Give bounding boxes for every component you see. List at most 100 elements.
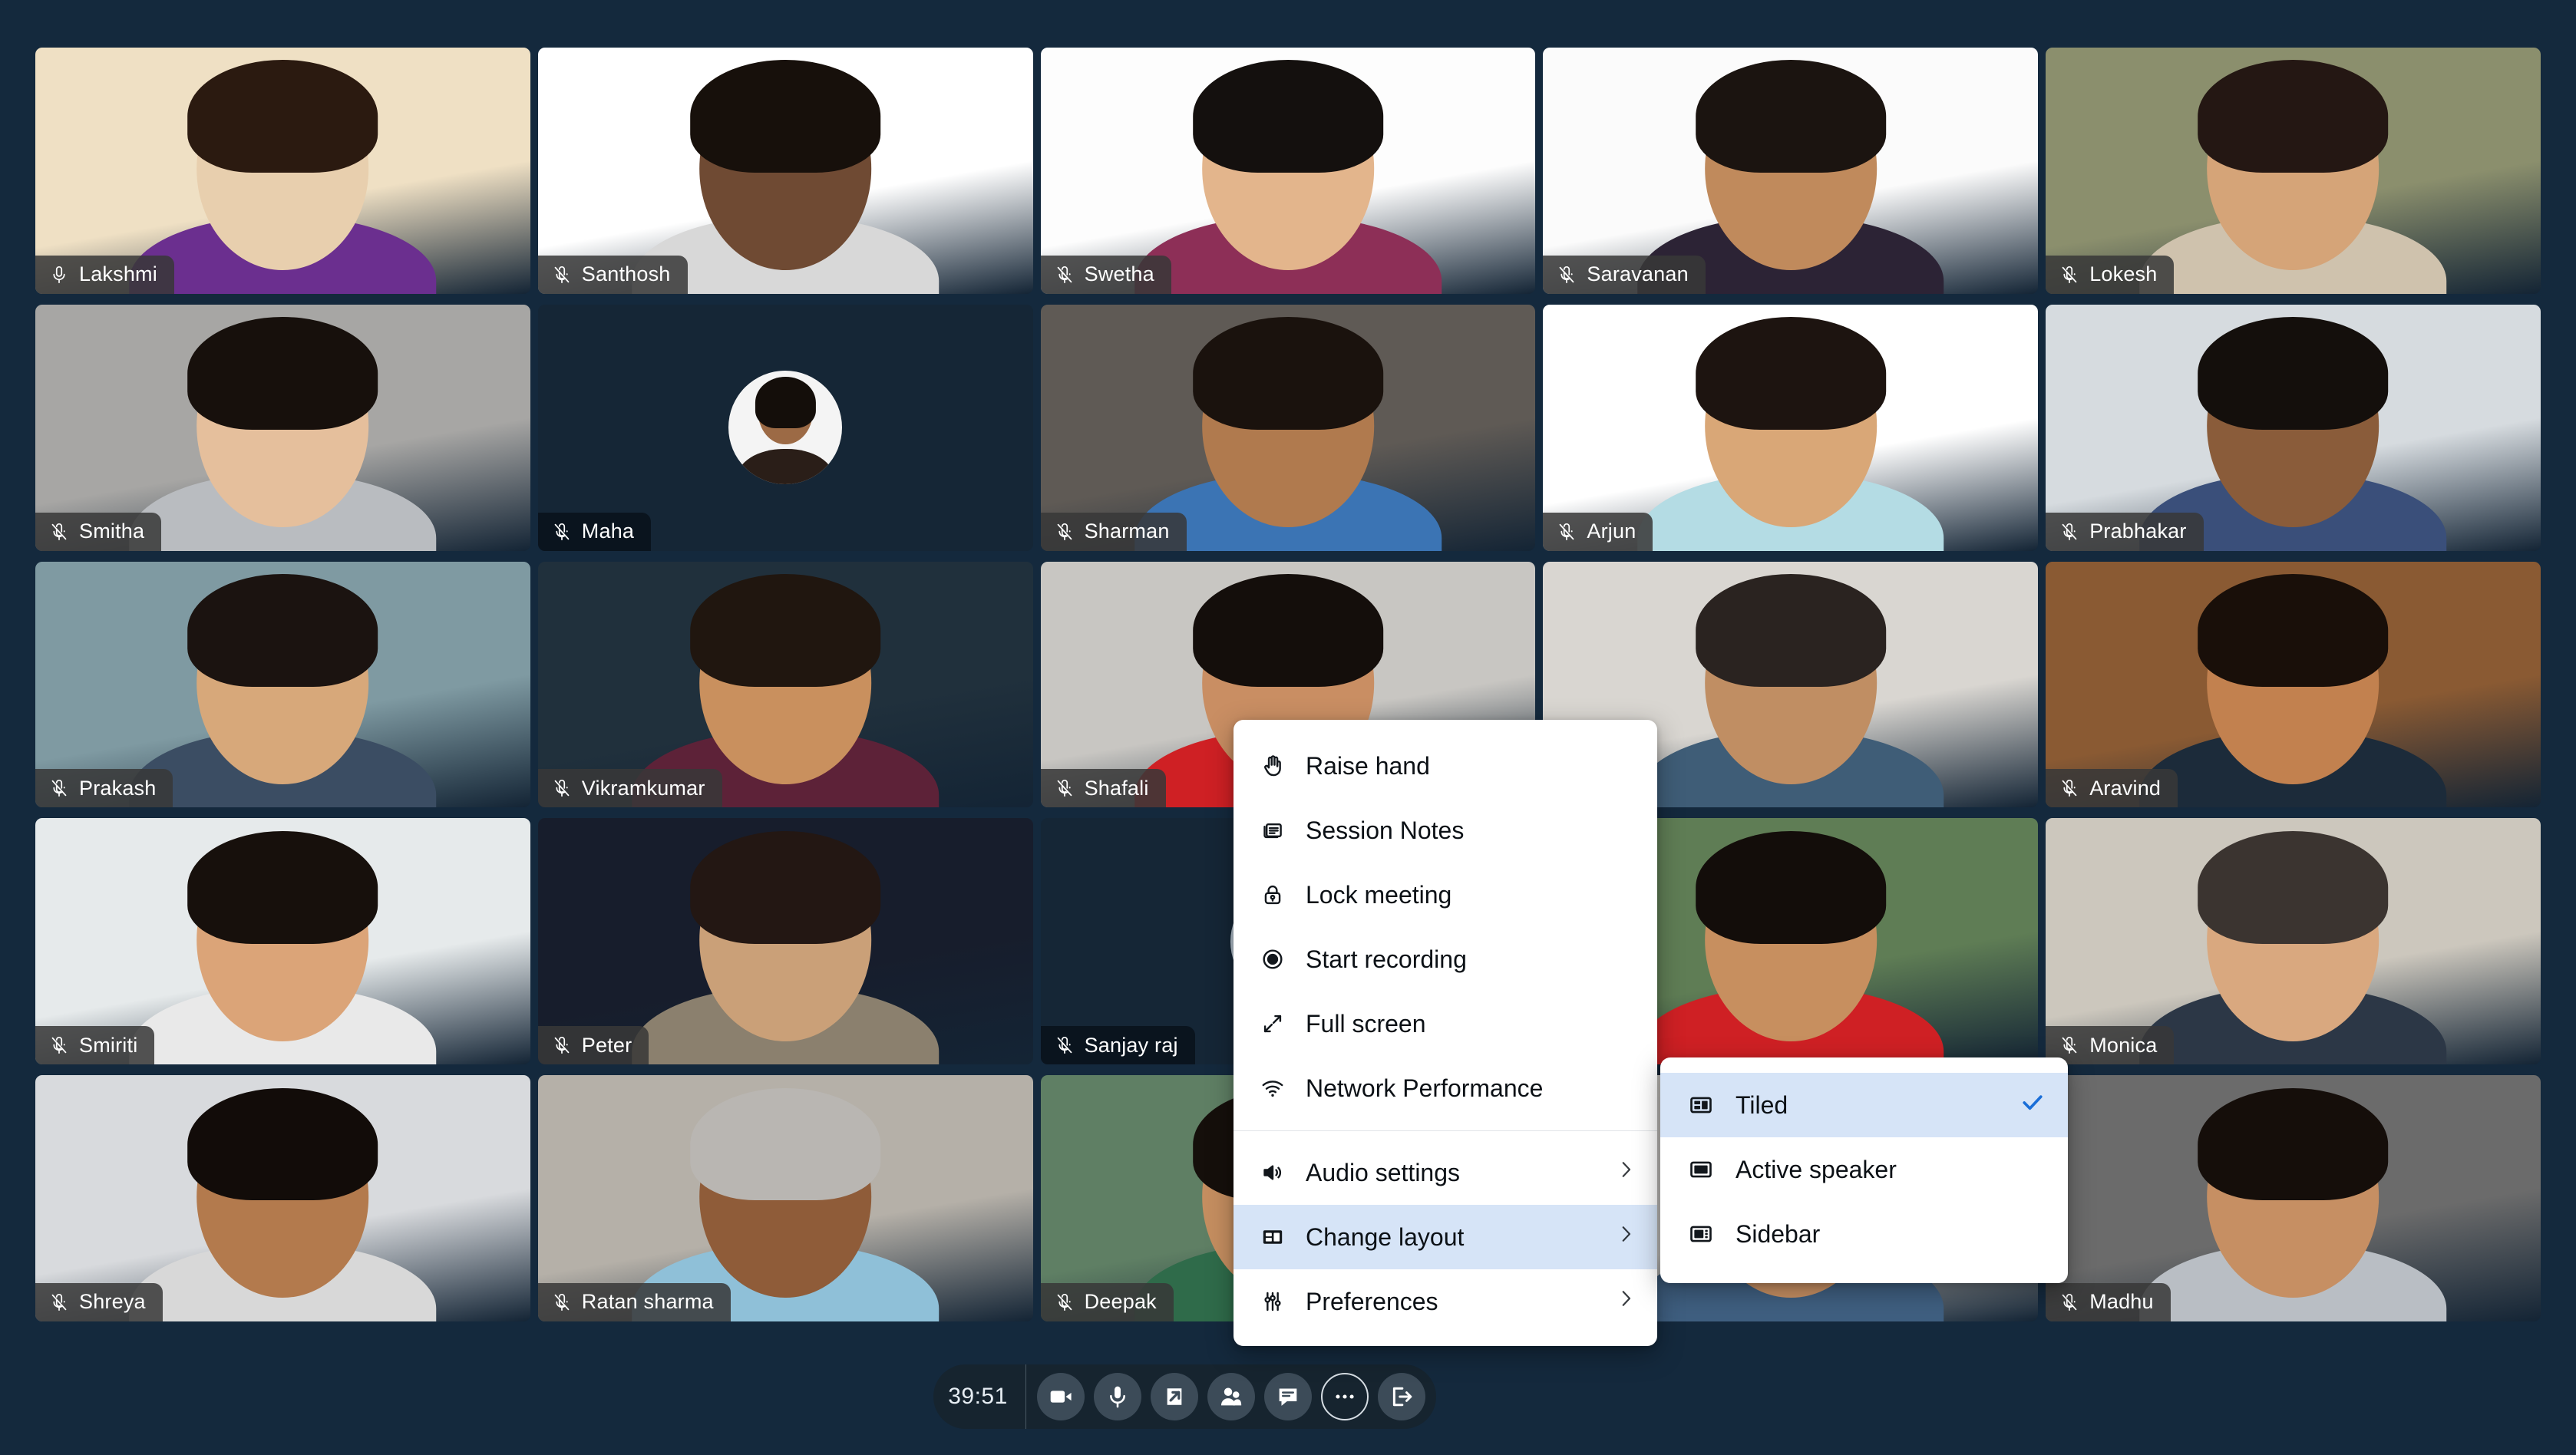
lock-icon — [1260, 882, 1293, 908]
participant-name: Lakshmi — [79, 262, 157, 286]
participant-tile[interactable]: Aravind — [2046, 561, 2541, 808]
participant-tile[interactable]: Sharman — [1040, 304, 1536, 551]
menu-item-network-performance[interactable]: Network Performance — [1234, 1056, 1657, 1120]
participant-tile[interactable]: Monica — [2046, 818, 2541, 1065]
participant-tile[interactable]: Smitha — [35, 304, 530, 551]
participant-name: Maha — [581, 520, 635, 543]
mic-off-icon — [2059, 1034, 2079, 1057]
participant-tile[interactable]: Prabhakar — [2046, 304, 2541, 551]
toolbar-divider — [1025, 1364, 1026, 1429]
participant-tile[interactable]: Prakash — [35, 561, 530, 808]
avatar — [728, 371, 843, 485]
participant-tile[interactable]: Saravanan — [1543, 48, 2039, 294]
participant-name: Sharman — [1084, 520, 1170, 543]
meeting-toolbar: 39:51 — [933, 1364, 1436, 1429]
participant-name-badge: Santhosh — [537, 255, 688, 294]
mic-off-icon — [1055, 1034, 1075, 1057]
share-screen-button[interactable] — [1151, 1373, 1198, 1420]
participant-tile[interactable]: Madhu — [2046, 1075, 2541, 1321]
mic-off-icon — [49, 777, 69, 800]
check-icon — [2019, 1088, 2046, 1122]
menu-item-session-notes[interactable]: Session Notes — [1234, 798, 1657, 863]
chat-button[interactable] — [1264, 1373, 1312, 1420]
mic-off-icon — [1055, 263, 1075, 286]
menu-item-label: Full screen — [1306, 1009, 1426, 1038]
mic-off-icon — [2059, 263, 2079, 286]
participant-name: Prabhakar — [2089, 520, 2187, 543]
mic-off-icon — [552, 263, 572, 286]
mic-off-icon — [2059, 1291, 2079, 1314]
menu-item-label: Preferences — [1306, 1287, 1438, 1315]
chat-bubble-icon — [1275, 1384, 1301, 1410]
participant-name-badge: Sanjay raj — [1040, 1026, 1195, 1065]
participant-name: Saravanan — [1587, 262, 1689, 286]
participant-tile[interactable]: Swetha — [1040, 48, 1536, 294]
participant-name: Monica — [2089, 1033, 2158, 1057]
participant-name-badge: Prabhakar — [2046, 512, 2204, 551]
participant-name: Smitha — [79, 520, 145, 543]
participant-name: Madhu — [2089, 1290, 2154, 1314]
participant-name: Arjun — [1587, 520, 1636, 543]
camera-button[interactable] — [1037, 1373, 1085, 1420]
participant-name-badge: Monica — [2046, 1026, 2175, 1065]
mic-off-icon — [1055, 520, 1075, 543]
participant-name-badge: Ratan sharma — [537, 1282, 731, 1321]
participant-name: Shreya — [79, 1290, 146, 1314]
participant-name: Aravind — [2089, 776, 2162, 800]
participant-tile[interactable]: Maha — [537, 304, 1033, 551]
menu-item-label: Change layout — [1306, 1222, 1465, 1251]
participant-tile[interactable]: Santhosh — [537, 48, 1033, 294]
participant-name-badge: Shafali — [1040, 769, 1166, 808]
menu-item-full-screen[interactable]: Full screen — [1234, 991, 1657, 1056]
mic-off-icon — [1557, 520, 1577, 543]
participant-name-badge: Deepak — [1040, 1282, 1174, 1321]
more-options-button[interactable] — [1321, 1373, 1369, 1420]
participant-name-badge: Prakash — [35, 769, 173, 808]
sliders-icon — [1260, 1288, 1293, 1315]
participant-tile[interactable]: Lokesh — [2046, 48, 2541, 294]
participant-tile[interactable]: Shreya — [35, 1075, 530, 1321]
participant-name-badge: Vikramkumar — [537, 769, 722, 808]
participant-name-badge: Peter — [537, 1026, 649, 1065]
fullscreen-icon — [1260, 1011, 1293, 1037]
layout-option-tiled[interactable]: Tiled — [1660, 1073, 2068, 1137]
layout-option-sidebar[interactable]: Sidebar — [1660, 1202, 2068, 1266]
participant-name: Prakash — [79, 776, 157, 800]
menu-item-change-layout[interactable]: Change layout — [1234, 1205, 1657, 1269]
record-icon — [1260, 946, 1293, 972]
leave-meeting-button[interactable] — [1378, 1373, 1425, 1420]
participant-name: Deepak — [1084, 1290, 1157, 1314]
menu-item-audio-settings[interactable]: Audio settings — [1234, 1140, 1657, 1205]
chevron-right-icon — [1614, 1287, 1637, 1316]
sidebar-icon — [1688, 1221, 1722, 1247]
participant-name: Lokesh — [2089, 262, 2158, 286]
mic-off-icon — [1557, 263, 1577, 286]
menu-item-preferences[interactable]: Preferences — [1234, 1269, 1657, 1334]
participant-tile[interactable]: Vikramkumar — [537, 561, 1033, 808]
meeting-timer: 39:51 — [948, 1384, 1008, 1409]
layout-option-label: Sidebar — [1735, 1219, 1821, 1248]
participant-tile[interactable]: Peter — [537, 818, 1033, 1065]
participant-tile[interactable]: Smiriti — [35, 818, 530, 1065]
participant-tile[interactable]: Ratan sharma — [537, 1075, 1033, 1321]
participant-tile[interactable]: Arjun — [1543, 304, 2039, 551]
change-layout-submenu: Tiled Active speaker Sidebar — [1660, 1057, 2068, 1283]
chevron-right-icon — [1614, 1222, 1637, 1252]
participant-name: Santhosh — [581, 262, 671, 286]
participant-name-badge: Swetha — [1040, 255, 1171, 294]
menu-item-raise-hand[interactable]: Raise hand — [1234, 734, 1657, 798]
menu-item-start-recording[interactable]: Start recording — [1234, 927, 1657, 991]
participant-name: Shafali — [1084, 776, 1149, 800]
menu-item-label: Audio settings — [1306, 1158, 1461, 1186]
mic-off-icon — [552, 1291, 572, 1314]
participant-name-badge: Maha — [537, 512, 652, 551]
tiled-icon — [1688, 1092, 1722, 1118]
more-options-menu: Raise hand Session Notes Lock meeting Start… — [1234, 720, 1657, 1346]
participant-name: Vikramkumar — [581, 776, 705, 800]
participants-button[interactable] — [1207, 1373, 1255, 1420]
participant-tile[interactable]: Lakshmi — [35, 48, 530, 294]
menu-item-label: Start recording — [1306, 945, 1467, 973]
layout-option-active-speaker[interactable]: Active speaker — [1660, 1137, 2068, 1202]
menu-item-lock-meeting[interactable]: Lock meeting — [1234, 863, 1657, 927]
microphone-button[interactable] — [1094, 1373, 1141, 1420]
